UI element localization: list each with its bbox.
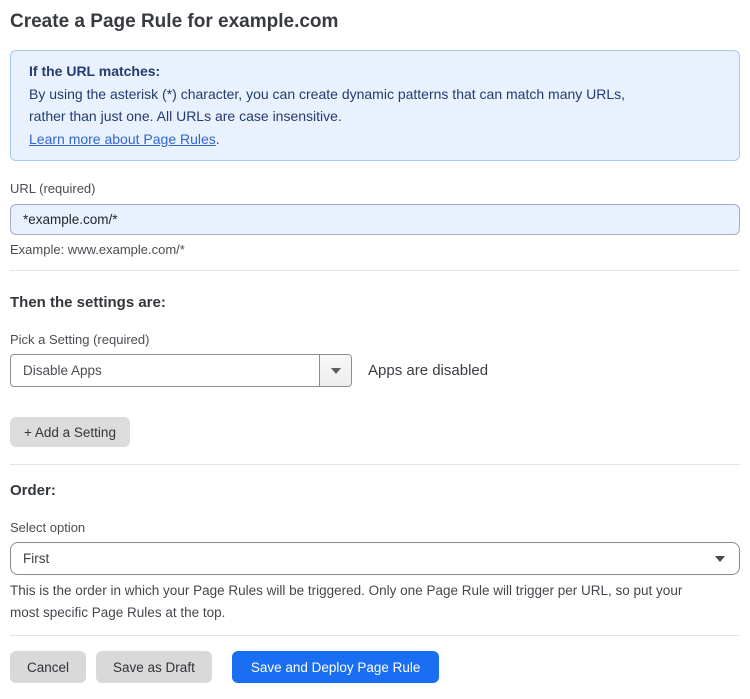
url-field-label: URL (required) — [10, 181, 96, 196]
order-select-label: Select option — [10, 520, 86, 535]
learn-more-page-rules-link[interactable]: Learn more about Page Rules — [29, 131, 216, 147]
add-setting-button[interactable]: + Add a Setting — [10, 417, 130, 447]
order-section-heading: Order: — [10, 482, 56, 499]
info-box-link-line: Learn more about Page Rules. — [29, 128, 721, 151]
caret-down-icon — [330, 367, 341, 374]
setting-select-caret-button[interactable] — [319, 355, 351, 386]
save-and-deploy-button[interactable]: Save and Deploy Page Rule — [231, 651, 440, 683]
footer-actions: Cancel Save as Draft Save and Deploy Pag… — [10, 651, 740, 683]
divider — [10, 635, 740, 636]
divider — [10, 464, 740, 465]
url-matches-info-box: If the URL matches: By using the asteris… — [10, 50, 740, 161]
order-helper-line1: This is the order in which your Page Rul… — [10, 583, 683, 598]
setting-select[interactable]: Disable Apps — [10, 354, 352, 387]
divider — [10, 270, 740, 271]
url-example-helper: Example: www.example.com/* — [10, 242, 185, 257]
info-box-body-line2: rather than just one. All URLs are case … — [29, 108, 342, 124]
link-period: . — [215, 130, 220, 147]
cancel-button[interactable]: Cancel — [10, 651, 87, 683]
create-page-rule-panel: Create a Page Rule for example.com If th… — [0, 10, 750, 683]
order-helper-line2: most specific Page Rules at the top. — [10, 605, 226, 620]
setting-row: Disable Apps Apps are disabled — [10, 354, 740, 387]
setting-select-value: Disable Apps — [23, 363, 102, 378]
url-input[interactable] — [10, 204, 740, 235]
info-box-heading: If the URL matches: — [29, 63, 161, 79]
caret-down-icon — [715, 555, 725, 562]
order-helper-text: This is the order in which your Page Rul… — [10, 580, 740, 624]
order-select-value: First — [23, 551, 50, 566]
setting-status-text: Apps are disabled — [368, 362, 489, 379]
page-title: Create a Page Rule for example.com — [10, 11, 339, 32]
save-as-draft-button[interactable]: Save as Draft — [96, 651, 212, 683]
settings-section-heading: Then the settings are: — [10, 294, 166, 311]
pick-setting-label: Pick a Setting (required) — [10, 332, 150, 347]
info-box-body-line1: By using the asterisk (*) character, you… — [29, 85, 626, 102]
order-select[interactable]: First — [10, 542, 740, 575]
